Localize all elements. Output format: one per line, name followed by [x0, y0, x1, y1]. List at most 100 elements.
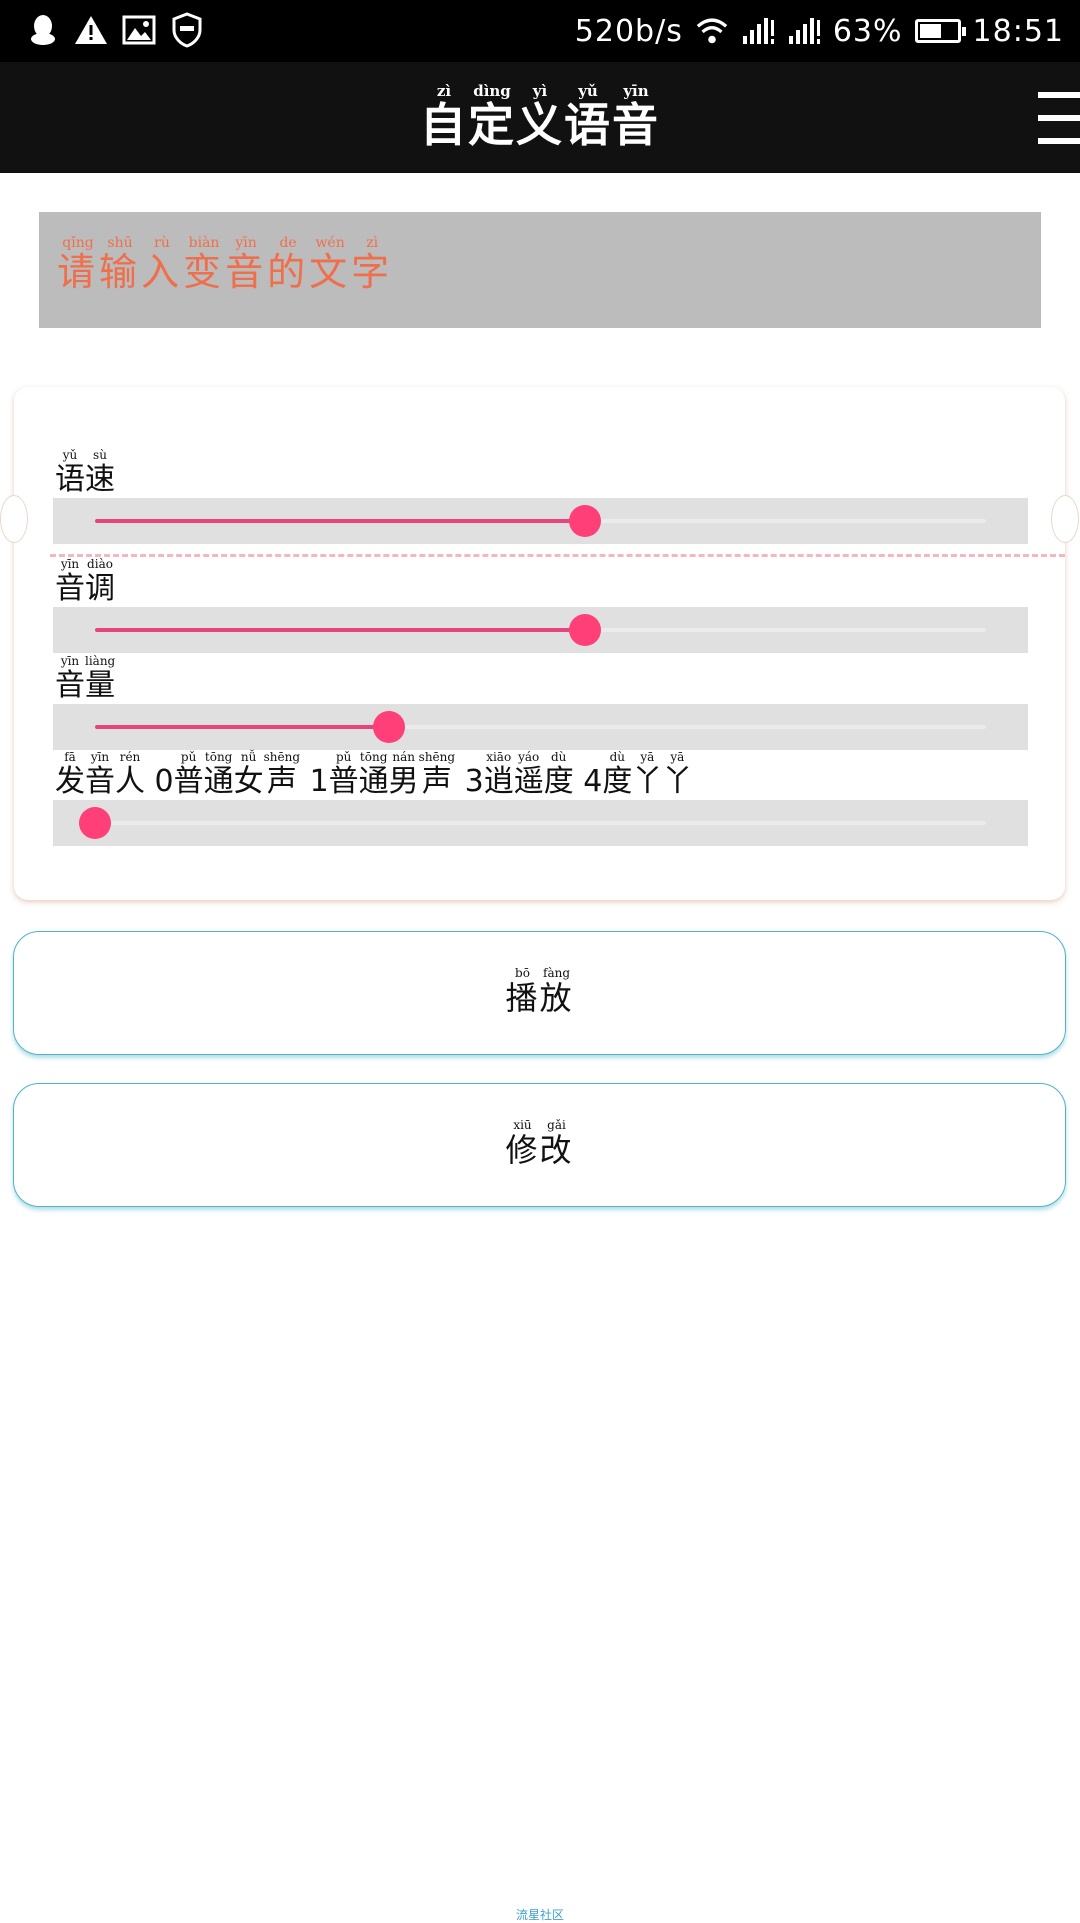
signal-icon — [741, 13, 775, 49]
slider-thumb[interactable] — [569, 614, 602, 646]
pinyin-annotation: yīn — [55, 557, 85, 571]
app-header: 自zì定dìng义yì语yǔ音yīn — [0, 62, 1080, 173]
ruby-char: 自zì — [420, 82, 468, 152]
ruby-char: 通tōng — [203, 750, 234, 799]
slider-fill — [95, 519, 586, 523]
speaker-label: 发fā音yīn人rén 0普pǔ通tōng女nǚ声shēng 1普pǔ通tōng… — [55, 750, 693, 800]
ruby-char: 普pǔ — [173, 750, 204, 799]
pinyin-annotation: yīn — [55, 654, 85, 668]
image-icon — [122, 12, 156, 48]
text-input-placeholder: 请qǐng输shū入rù变biàn音yīn的de文wén字zì — [57, 235, 1041, 296]
ruby-char: 丫yā — [662, 750, 693, 799]
pinyin-annotation: rén — [115, 750, 145, 764]
battery-percent: 63% — [832, 13, 903, 49]
notification-icons — [26, 12, 204, 48]
ruby-char: 人rén — [115, 750, 145, 799]
pinyin-annotation: tōng — [203, 750, 234, 764]
pinyin-annotation: liàng — [85, 654, 116, 668]
pinyin-annotation: wén — [309, 235, 352, 251]
ruby-char: 1 — [300, 764, 329, 799]
watermark: 流星社区 — [515, 1908, 564, 1922]
ruby-char: 遥yáo — [513, 750, 544, 799]
card-notch — [0, 495, 28, 543]
ruby-char: 音yīn — [55, 654, 85, 703]
slider-track — [95, 711, 986, 743]
ruby-char: 声shēng — [263, 750, 301, 799]
pinyin-annotation: shēng — [418, 750, 456, 764]
ruby-char: 语yǔ — [55, 448, 85, 497]
play-button[interactable]: 播bō放fàng — [13, 931, 1066, 1055]
ruby-char: 改gǎi — [539, 1118, 574, 1169]
pinyin-annotation: diào — [85, 557, 115, 571]
slider-thumb[interactable] — [373, 711, 406, 743]
ruby-char: 输shū — [99, 235, 142, 294]
pinyin-annotation: nán — [388, 750, 419, 764]
slider-thumb[interactable] — [79, 807, 111, 839]
page-title: 自zì定dìng义yì语yǔ音yīn — [0, 82, 1080, 155]
pinyin-annotation: tōng — [358, 750, 389, 764]
pinyin-annotation: yǔ — [55, 448, 85, 462]
pinyin-annotation: sù — [85, 448, 115, 462]
hamburger-menu-icon[interactable] — [1038, 92, 1080, 148]
clock: 18:51 — [972, 13, 1064, 49]
modify-button-label: 修xiū改gǎi — [505, 1118, 574, 1171]
warning-icon — [74, 12, 108, 48]
ruby-char: 字zì — [351, 235, 394, 294]
battery-level — [919, 24, 941, 38]
pinyin-annotation: bō — [505, 966, 540, 980]
text-input[interactable]: 请qǐng输shū入rù变biàn音yīn的de文wén字zì — [39, 212, 1041, 328]
pinyin-annotation: yīn — [225, 235, 268, 251]
network-speed: 520b/s — [574, 13, 683, 49]
pinyin-annotation: pǔ — [173, 750, 204, 764]
pinyin-annotation: gǎi — [539, 1118, 574, 1132]
ruby-char: 丫yā — [632, 750, 663, 799]
ruby-char: 的de — [267, 235, 310, 294]
ruby-char: 义yì — [516, 82, 564, 152]
pinyin-annotation: xiāo — [483, 750, 514, 764]
pinyin-annotation: fàng — [539, 966, 574, 980]
pinyin-annotation: shēng — [263, 750, 301, 764]
speed-slider[interactable] — [53, 498, 1028, 544]
slider-thumb[interactable] — [569, 505, 602, 537]
ruby-char: 变biàn — [183, 235, 226, 294]
qq-icon — [26, 12, 60, 48]
ruby-char: 速sù — [85, 448, 115, 497]
wifi-icon — [695, 13, 729, 49]
ruby-char: 文wén — [309, 235, 352, 294]
ruby-char: 放fàng — [539, 966, 574, 1017]
volume-slider[interactable] — [53, 704, 1028, 750]
pinyin-annotation: yā — [662, 750, 693, 764]
slider-fill — [95, 628, 586, 632]
pinyin-annotation: zì — [420, 82, 468, 100]
pinyin-annotation: de — [267, 235, 310, 251]
battery-icon — [914, 19, 966, 43]
ruby-char: 度dù — [543, 750, 574, 799]
volume-label: 音yīn量liàng — [55, 654, 116, 704]
ruby-char: 0 — [145, 764, 174, 799]
slider-fill — [95, 725, 390, 729]
pinyin-annotation: nǚ — [233, 750, 264, 764]
slider-track — [95, 505, 986, 537]
status-bar: 520b/s 63% 18:51 — [0, 0, 1080, 62]
ruby-char: 定dìng — [468, 82, 516, 152]
ruby-char: 女nǚ — [233, 750, 264, 799]
card-notch — [1051, 495, 1079, 543]
pinyin-annotation: zì — [351, 235, 394, 251]
pitch-slider[interactable] — [53, 607, 1028, 653]
ruby-char: 3 — [455, 764, 484, 799]
ruby-char: 修xiū — [505, 1118, 540, 1169]
ruby-char: 音yīn — [55, 557, 85, 606]
pinyin-annotation: yīn — [85, 750, 115, 764]
speaker-slider[interactable] — [53, 800, 1028, 846]
pinyin-annotation: yì — [516, 82, 564, 100]
ruby-char: 逍xiāo — [483, 750, 514, 799]
pitch-label: 音yīn调diào — [55, 557, 115, 607]
ruby-char: 度dù — [602, 750, 633, 799]
speed-label: 语yǔ速sù — [55, 448, 115, 498]
pinyin-annotation: pǔ — [328, 750, 359, 764]
pinyin-annotation: dù — [602, 750, 633, 764]
pinyin-annotation: yā — [632, 750, 663, 764]
modify-button[interactable]: 修xiū改gǎi — [13, 1083, 1066, 1207]
play-button-label: 播bō放fàng — [505, 966, 574, 1019]
ruby-char: 语yǔ — [564, 82, 612, 152]
